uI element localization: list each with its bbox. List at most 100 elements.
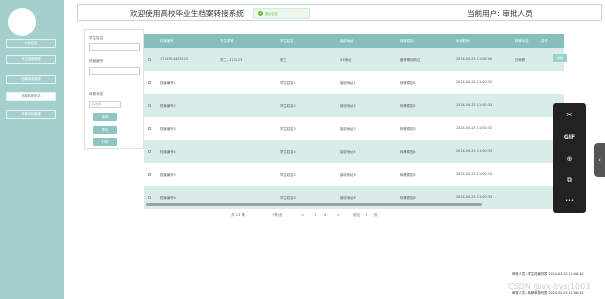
cell-address: XX地址 <box>340 58 352 62</box>
horizontal-scrollbar[interactable] <box>146 203 482 206</box>
table-header: 档案编号 学生学号 学生姓名 接收地址 转移原因 申请时间 转移状态 操作 <box>144 34 564 48</box>
table-row[interactable]: 1714914403123 学二--113123 张三 XX地址 备考期间转过 2024-… <box>144 48 567 71</box>
col-student-name: 学生姓名 <box>280 39 294 43</box>
col-address: 接收地址 <box>340 39 354 43</box>
cell-time: 2024-04-25 11:00:33 <box>456 103 493 107</box>
sidebar-item-transfer-review[interactable]: 转移审核管理 <box>6 110 56 119</box>
row-checkbox[interactable] <box>148 81 151 84</box>
page-title: 欢迎使用高校毕业生档案转接系统 <box>130 9 244 18</box>
cell-archive-no: 档案编号3 <box>160 127 176 131</box>
notification-1: 审核人员--学生档案列表 2024-04-25 11:08:40 <box>512 271 583 276</box>
capture-toolbar: ✂ GIF ⊕ ⧉ ••• <box>553 103 586 213</box>
row-checkbox[interactable] <box>148 58 151 61</box>
toast-text: 提示信息 <box>265 12 278 16</box>
cell-address: 接收地址2 <box>340 104 356 108</box>
cell-time: 2024-04-25 11:00:33 <box>456 126 493 130</box>
cell-address: 接收地址1 <box>340 81 356 85</box>
sidebar: 公告信息 学生档案管理 档案接收管理 档案转移申请 转移审核管理 <box>0 0 64 299</box>
cell-archive-no: 档案编号2 <box>160 104 176 108</box>
table-row[interactable]: 档案编号5 学生姓名5 接收地址5 转移原因5 2024-04-25 11:00:33 <box>144 163 564 186</box>
archive-no-input[interactable] <box>89 67 140 75</box>
cell-name: 学生姓名2 <box>280 104 296 108</box>
col-archive-no: 档案编号 <box>160 39 174 43</box>
student-name-input[interactable] <box>89 43 140 51</box>
print-button[interactable]: 打印 <box>93 138 117 146</box>
avatar <box>8 8 36 36</box>
prev-page-button[interactable]: < <box>301 213 304 217</box>
export-button[interactable]: 导出 <box>93 126 117 134</box>
cell-time: 2024-04-25 11:00:33 <box>456 172 493 176</box>
table-row[interactable]: 档案编号4 学生姓名4 接收地址4 转移原因4 2024-04-25 11:00:33 <box>144 140 564 163</box>
cell-name: 张三 <box>280 58 287 62</box>
sidebar-item-student-archives[interactable]: 学生档案管理 <box>6 55 56 64</box>
cell-name: 学生姓名4 <box>280 150 296 154</box>
watermark: CSDN @vx-bysj1003 <box>508 282 591 291</box>
side-expand-tab[interactable]: ‹ <box>594 143 605 177</box>
page-2[interactable]: 2 <box>324 213 327 217</box>
cell-name: 学生姓名1 <box>280 81 296 85</box>
cell-name: 学生姓名3 <box>280 127 296 131</box>
cell-time: 2024-04-25 11:00:33 <box>456 149 493 153</box>
row-checkbox[interactable] <box>148 127 151 130</box>
cell-reason: 转移原因3 <box>400 127 416 131</box>
notification-time: 2024-04-25 11:08:45 <box>548 291 584 295</box>
table-row[interactable]: 档案编号1 学生姓名1 接收地址1 转移原因1 2024-04-25 11:00:33 <box>144 71 564 94</box>
scissors-icon[interactable]: ✂ <box>553 106 586 124</box>
col-action: 操作 <box>541 39 548 43</box>
toast-message: ✓ 提示信息 <box>253 8 310 19</box>
cell-address: 接收地址5 <box>340 173 356 177</box>
student-name-label: 学生姓名 <box>89 36 104 40</box>
archive-no-label: 档案编号 <box>89 59 104 63</box>
row-checkbox[interactable] <box>148 104 151 107</box>
cell-student-no: 学二--113123 <box>220 58 243 62</box>
row-checkbox[interactable] <box>148 196 151 199</box>
crop-icon[interactable]: ⧉ <box>553 171 586 189</box>
status-select-placeholder: 请选择 <box>92 102 102 106</box>
cell-address: 接收地址3 <box>340 127 356 131</box>
notification-time: 2024-04-25 11:08:40 <box>548 272 584 276</box>
more-icon[interactable]: ••• <box>553 192 586 210</box>
col-reason: 转移原因 <box>400 39 414 43</box>
sidebar-item-archive-receive[interactable]: 档案接收管理 <box>6 75 56 84</box>
status-label: 转移状态 <box>89 92 104 96</box>
search-button[interactable]: 查询 <box>93 113 117 121</box>
row-checkbox[interactable] <box>148 173 151 176</box>
pagination-total: 共 13 条 <box>231 213 246 217</box>
cell-address: 接收地址6 <box>340 196 356 200</box>
col-time: 申请时间 <box>456 39 470 43</box>
col-student-no: 学生学号 <box>220 39 234 43</box>
page-1[interactable]: 1 <box>314 213 316 217</box>
app-window: 公告信息 学生档案管理 档案接收管理 档案转移申请 转移审核管理 欢迎使用高校毕… <box>0 0 605 299</box>
cell-archive-no: 档案编号4 <box>160 150 176 154</box>
detail-button[interactable]: 详情 <box>553 54 567 62</box>
transfer-table: 档案编号 学生学号 学生姓名 接收地址 转移原因 申请时间 转移状态 操作 17… <box>144 34 567 209</box>
cell-name: 学生姓名6 <box>280 196 296 200</box>
next-page-button[interactable]: > <box>337 213 340 217</box>
table-row[interactable]: 档案编号3 学生姓名3 接收地址3 转移原因3 2024-04-25 11:00:33 <box>144 117 564 140</box>
cell-archive-no: 1714914403123 <box>160 57 189 61</box>
table-row[interactable]: 档案编号2 学生姓名2 接收地址2 转移原因2 2024-04-25 11:00:33 <box>144 94 564 117</box>
cell-reason: 转移原因6 <box>400 196 416 200</box>
cell-reason: 转移原因4 <box>400 150 416 154</box>
sidebar-item-transfer-apply[interactable]: 档案转移申请 <box>6 92 56 101</box>
cell-reason: 备考期间转过 <box>400 58 421 62</box>
filter-panel: 学生姓名 档案编号 转移状态 请选择 ⌄ 查询 导出 打印 <box>84 29 144 149</box>
cell-time: 2024-04-25 11:08:09 <box>456 57 493 61</box>
top-header: 欢迎使用高校毕业生档案转接系统 ✓ 提示信息 当前用户: 审批人员 <box>77 4 602 21</box>
goto-suffix: 页 <box>374 213 378 217</box>
goto-page-input[interactable]: 1 <box>365 213 367 217</box>
chevron-down-icon: ⌄ <box>116 102 119 106</box>
gif-icon[interactable]: GIF <box>553 128 586 146</box>
search-zoom-icon[interactable]: ⊕ <box>553 150 586 168</box>
cell-time: 2024-04-25 11:00:33 <box>456 195 493 199</box>
sidebar-item-announcements[interactable]: 公告信息 <box>6 39 56 48</box>
status-select[interactable]: 请选择 ⌄ <box>89 101 121 108</box>
pagination: 共 13 条 7条/页 < 1 2 > 前往 1 页 <box>0 210 605 220</box>
goto-prefix: 前往 <box>353 213 361 217</box>
col-status: 转移状态 <box>515 39 529 43</box>
row-checkbox[interactable] <box>148 150 151 153</box>
cell-archive-no: 档案编号6 <box>160 196 176 200</box>
cell-archive-no: 档案编号5 <box>160 173 176 177</box>
notification-text: 审核人员--学生档案列表 <box>512 272 548 276</box>
page-size-select[interactable]: 7条/页 <box>272 213 283 218</box>
